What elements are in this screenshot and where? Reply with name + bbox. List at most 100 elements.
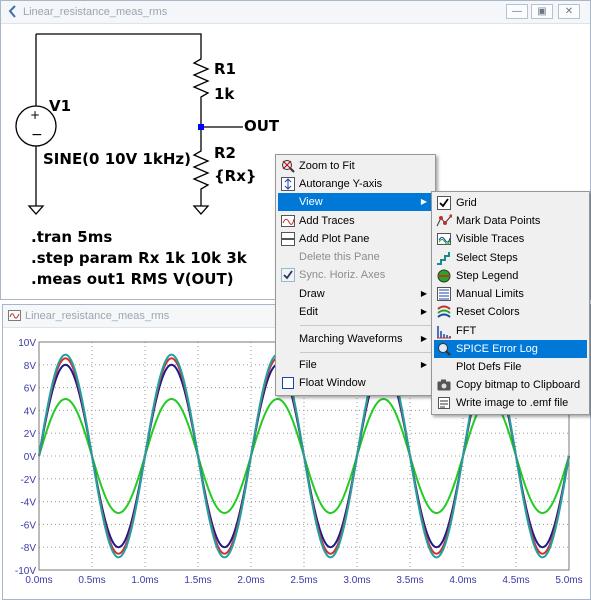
check-icon <box>437 196 451 210</box>
view-submenu: Grid Mark Data Points Visible Traces Sel… <box>431 191 590 415</box>
menu-label: Draw <box>299 288 325 300</box>
schematic-titlebar[interactable]: Linear_resistance_meas_rms — ▣ ✕ <box>1 1 590 24</box>
menu-label: Manual Limits <box>456 288 524 300</box>
y-tick-label: -4V <box>20 498 36 509</box>
resistor-r2 <box>192 127 210 206</box>
menu-label: Write image to .emf file <box>456 397 569 409</box>
submenu-item-copy-bitmap[interactable]: Copy bitmap to Clipboard <box>434 376 587 394</box>
menu-label: Plot Defs File <box>456 361 522 373</box>
menu-label: Autorange Y-axis <box>299 178 383 190</box>
submenu-arrow-icon: ▶ <box>420 334 427 343</box>
x-tick-label: 1.5ms <box>184 575 211 586</box>
menu-item-draw[interactable]: Draw ▶ <box>278 285 433 303</box>
source-name-label: V1 <box>49 97 72 115</box>
menu-item-add-traces[interactable]: Add Traces <box>278 212 433 230</box>
menu-separator <box>300 352 432 353</box>
close-button[interactable]: ✕ <box>558 4 580 19</box>
menu-label: Float Window <box>299 377 366 389</box>
y-tick-label: 0V <box>24 452 37 463</box>
zoom-fit-icon <box>282 160 295 173</box>
menu-label: View <box>299 196 323 208</box>
mark-points-icon <box>436 214 452 227</box>
x-tick-label: 5.0ms <box>555 575 582 586</box>
x-tick-label: 4.5ms <box>502 575 529 586</box>
visible-traces-icon <box>437 233 451 245</box>
directive-tran[interactable]: .tran 5ms <box>31 228 112 246</box>
error-log-icon <box>438 343 451 356</box>
y-tick-label: -8V <box>20 543 36 554</box>
menu-item-marching-waveforms[interactable]: Marching Waveforms ▶ <box>278 330 433 348</box>
menu-label: SPICE Error Log <box>456 343 538 355</box>
y-tick-labels: 10V8V6V4V2V0V-2V-4V-6V-8V-10V <box>15 338 36 577</box>
x-tick-label: 2.0ms <box>237 575 264 586</box>
y-tick-label: 10V <box>18 338 36 349</box>
submenu-item-select-steps[interactable]: Select Steps <box>434 249 587 267</box>
r2-value-label: {Rx} <box>214 167 257 185</box>
submenu-item-write-emf[interactable]: Write image to .emf file <box>434 394 587 412</box>
plot-window-title: Linear_resistance_meas_rms <box>25 310 170 322</box>
submenu-arrow-icon: ▶ <box>420 289 427 298</box>
menu-label: File <box>299 359 317 371</box>
restore-button[interactable]: ▣ <box>531 4 553 19</box>
directive-step[interactable]: .step param Rx 1k 10k 3k <box>31 249 247 267</box>
r2-name-label: R2 <box>214 144 236 162</box>
check-icon <box>281 268 295 282</box>
submenu-arrow-icon: ▶ <box>420 360 427 369</box>
fft-icon <box>437 326 451 339</box>
submenu-item-manual-limits[interactable]: Manual Limits <box>434 285 587 303</box>
directive-meas[interactable]: .meas out1 RMS V(OUT) <box>31 270 234 288</box>
menu-label: Edit <box>299 306 318 318</box>
y-tick-label: -2V <box>20 475 36 486</box>
menu-label: Copy bitmap to Clipboard <box>456 379 581 391</box>
reset-colors-icon <box>437 305 451 318</box>
menu-label: Add Plot Pane <box>299 233 370 245</box>
menu-item-autorange[interactable]: Autorange Y-axis <box>278 175 433 193</box>
wire-top <box>36 33 202 51</box>
ltspice-app-icon <box>8 5 16 18</box>
submenu-item-grid[interactable]: Grid <box>434 194 587 212</box>
manual-limits-icon <box>437 287 451 301</box>
menu-item-float-window[interactable]: Float Window <box>278 374 433 392</box>
menu-label: Add Traces <box>299 215 355 227</box>
menu-label: Visible Traces <box>456 233 525 245</box>
submenu-item-step-legend[interactable]: Step Legend <box>434 267 587 285</box>
menu-item-view[interactable]: View ▶ <box>278 193 433 211</box>
y-tick-label: 2V <box>24 429 37 440</box>
y-tick-label: -6V <box>20 520 36 531</box>
submenu-item-visible-traces[interactable]: Visible Traces <box>434 230 587 248</box>
plus-sign: + <box>30 108 40 122</box>
x-tick-label: 0.0ms <box>25 575 52 586</box>
r1-name-label: R1 <box>214 60 236 78</box>
menu-item-sync-horiz-axes[interactable]: Sync. Horiz. Axes <box>278 266 433 284</box>
menu-item-file[interactable]: File ▶ <box>278 356 433 374</box>
menu-label: Delete this Pane <box>299 251 380 263</box>
autorange-icon <box>281 177 295 191</box>
menu-label: FFT <box>456 325 477 337</box>
minimize-button[interactable]: — <box>506 4 528 19</box>
menu-separator <box>300 325 432 326</box>
y-tick-label: 6V <box>24 384 37 395</box>
menu-item-zoom-to-fit[interactable]: Zoom to Fit <box>278 157 433 175</box>
x-tick-label: 2.5ms <box>290 575 317 586</box>
menu-label: Step Legend <box>456 270 519 282</box>
x-tick-label: 4.0ms <box>449 575 476 586</box>
select-steps-icon <box>437 252 450 265</box>
submenu-item-plot-defs-file[interactable]: Plot Defs File <box>434 358 587 376</box>
context-menu: Zoom to Fit Autorange Y-axis View ▶ Add … <box>275 154 436 396</box>
emf-icon <box>438 397 450 409</box>
net-out-label: OUT <box>244 117 280 135</box>
menu-label: Sync. Horiz. Axes <box>299 269 386 281</box>
waveform-app-icon <box>8 310 21 321</box>
menu-item-delete-pane[interactable]: Delete this Pane <box>278 248 433 266</box>
r1-value-label: 1k <box>214 85 235 103</box>
x-tick-label: 3.5ms <box>396 575 423 586</box>
submenu-item-fft[interactable]: FFT <box>434 322 587 340</box>
submenu-item-spice-error-log[interactable]: SPICE Error Log <box>434 340 587 358</box>
menu-item-add-plot-pane[interactable]: Add Plot Pane <box>278 230 433 248</box>
schematic-window-title: Linear_resistance_meas_rms <box>23 6 168 18</box>
camera-icon <box>437 379 451 391</box>
menu-label: Mark Data Points <box>456 215 541 227</box>
menu-item-edit[interactable]: Edit ▶ <box>278 303 433 321</box>
submenu-item-mark-data-points[interactable]: Mark Data Points <box>434 212 587 230</box>
submenu-item-reset-colors[interactable]: Reset Colors <box>434 303 587 321</box>
